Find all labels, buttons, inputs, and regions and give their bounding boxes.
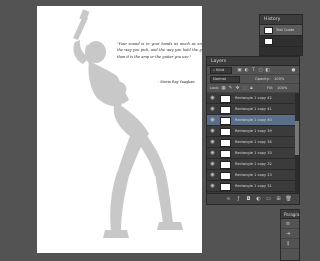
history-item-label: Text Quote — [276, 28, 295, 32]
layer-thumbnail — [220, 117, 231, 125]
opacity-label: Opacity: — [255, 77, 270, 81]
fill-value[interactable]: 100% — [277, 84, 287, 93]
fill-label: Fill: — [267, 86, 274, 90]
visibility-eye-icon[interactable]: ◉ — [209, 183, 216, 190]
shape-filter-icon[interactable]: ▢ — [258, 68, 263, 73]
layer-thumbnail — [220, 95, 231, 103]
kind-filter-label: Kind — [216, 68, 225, 72]
layer-row[interactable]: ◉ Rectangle 1 copy 34 — [207, 137, 299, 148]
kind-filter-dropdown[interactable]: ⌕ Kind — [210, 67, 232, 74]
layer-row[interactable]: ◉ Rectangle 1 copy 31 — [207, 181, 299, 192]
blend-row: Normal Opacity: 100% — [207, 75, 299, 84]
layer-name: Rectangle 1 copy 23 — [235, 173, 272, 177]
indent-icon[interactable]: ⇥ — [285, 231, 291, 237]
visibility-eye-icon[interactable]: ◉ — [209, 128, 216, 135]
layer-name: Rectangle 1 copy 42 — [235, 96, 272, 100]
layers-scrollbar[interactable] — [295, 93, 299, 194]
new-layer-icon[interactable]: ⊞ — [275, 196, 282, 203]
indent-row: ⇥ — [281, 229, 299, 239]
history-panel[interactable]: History Text Quote — [259, 14, 303, 56]
layer-row[interactable]: ◉ Rectangle 1 copy 42 — [207, 93, 299, 104]
adjustment-layer-icon[interactable]: ◐ — [255, 196, 262, 203]
add-mask-icon[interactable]: ◘ — [245, 196, 252, 203]
adjustment-filter-icon[interactable]: ◐ — [244, 68, 249, 73]
paragraph-panel[interactable]: Paragra ≡ ⇥ ↕ — [280, 209, 300, 261]
layer-thumbnail — [220, 172, 231, 180]
quote-author: - Stevie Ray Vaughan — [158, 80, 195, 84]
visibility-eye-icon[interactable]: ◉ — [209, 150, 216, 157]
layer-row[interactable]: ◉ Rectangle 1 copy 33 — [207, 148, 299, 159]
lock-row: Lock: ▦ ✎ ✥ ⬚ 🔒︎ Fill: 100% — [207, 84, 299, 93]
lock-transparent-icon[interactable]: ▦ — [221, 86, 226, 91]
pixel-filter-icon[interactable]: ▣ — [237, 68, 242, 73]
spacing-row: ↕ — [281, 239, 299, 249]
visibility-eye-icon[interactable]: ◉ — [209, 161, 216, 168]
lock-artboard-icon[interactable]: ⬚ — [242, 86, 247, 91]
blend-mode-value: Normal — [213, 77, 227, 81]
layers-scrollbar-thumb[interactable] — [295, 121, 299, 155]
filter-toggle-icon[interactable]: ● — [291, 68, 296, 73]
quote-text: "Your sound is in your hands as much as … — [117, 42, 202, 59]
align-left-icon[interactable]: ≡ — [285, 221, 291, 227]
layer-name: Rectangle 1 copy 33 — [235, 151, 272, 155]
history-thumbnail — [264, 27, 273, 34]
visibility-eye-icon[interactable]: ◉ — [209, 117, 216, 124]
align-row: ≡ — [281, 219, 299, 229]
layer-thumbnail — [220, 183, 231, 191]
visibility-eye-icon[interactable]: ◉ — [209, 172, 216, 179]
paragraph-panel-title[interactable]: Paragra — [281, 210, 299, 219]
visibility-eye-icon[interactable]: ◉ — [209, 139, 216, 146]
history-panel-title[interactable]: History — [260, 15, 302, 25]
layer-name: Rectangle 1 copy 40 — [235, 118, 272, 122]
document-canvas[interactable]: "Your sound is in your hands as much as … — [37, 6, 202, 253]
layer-name: Rectangle 1 copy 41 — [235, 107, 272, 111]
layer-style-icon[interactable]: ƒ — [235, 196, 242, 203]
layer-row[interactable]: ◉ Rectangle 1 copy 32 — [207, 159, 299, 170]
new-group-icon[interactable]: ▭ — [265, 196, 272, 203]
smart-object-filter-icon[interactable]: ◧ — [265, 68, 270, 73]
type-filter-icon[interactable]: T — [251, 68, 256, 73]
layer-row[interactable]: ◉ Rectangle 1 copy 41 — [207, 104, 299, 115]
workspace: "Your sound is in your hands as much as … — [0, 0, 303, 261]
search-icon: ⌕ — [213, 68, 216, 72]
layer-thumbnail — [220, 106, 231, 114]
visibility-eye-icon[interactable]: ◉ — [209, 95, 216, 102]
history-list: Text Quote — [260, 25, 302, 55]
layer-row[interactable]: ◉ Rectangle 1 copy 39 — [207, 126, 299, 137]
layers-footer: ∞ ƒ ◘ ◐ ▭ ⊞ 🗑︎ — [207, 193, 299, 204]
layer-row-selected[interactable]: ◉ Rectangle 1 copy 40 — [207, 115, 299, 126]
layer-name: Rectangle 1 copy 32 — [235, 162, 272, 166]
lock-label: Lock: — [210, 86, 220, 90]
layer-name: Rectangle 1 copy 31 — [235, 184, 272, 188]
delete-layer-icon[interactable]: 🗑︎ — [285, 196, 292, 203]
lock-position-icon[interactable]: ✥ — [235, 86, 240, 91]
visibility-eye-icon[interactable]: ◉ — [209, 106, 216, 113]
layer-thumbnail — [220, 161, 231, 169]
layers-panel-title[interactable]: Layers — [207, 57, 299, 66]
history-item[interactable] — [260, 36, 302, 47]
layer-thumbnail — [220, 128, 231, 136]
blend-mode-dropdown[interactable]: Normal — [210, 76, 240, 83]
layer-name: Rectangle 1 copy 39 — [235, 129, 272, 133]
layers-list[interactable]: ◉ Rectangle 1 copy 42 ◉ Rectangle 1 copy… — [207, 93, 299, 194]
history-item[interactable]: Text Quote — [260, 25, 302, 36]
opacity-value[interactable]: 100% — [274, 75, 284, 84]
layer-thumbnail — [220, 150, 231, 158]
layer-row[interactable]: ◉ Rectangle 1 copy 23 — [207, 170, 299, 181]
lock-image-icon[interactable]: ✎ — [228, 86, 233, 91]
layer-thumbnail — [220, 139, 231, 147]
history-thumbnail — [264, 38, 273, 45]
lock-all-icon[interactable]: 🔒︎ — [249, 86, 254, 91]
link-layers-icon[interactable]: ∞ — [225, 196, 232, 203]
layers-filter-row: ⌕ Kind ▣ ◐ T ▢ ◧ ● — [207, 66, 299, 75]
spacing-icon[interactable]: ↕ — [285, 241, 291, 247]
layer-name: Rectangle 1 copy 34 — [235, 140, 272, 144]
layers-panel[interactable]: Layers ⌕ Kind ▣ ◐ T ▢ ◧ ● Normal Opacity… — [206, 56, 300, 205]
